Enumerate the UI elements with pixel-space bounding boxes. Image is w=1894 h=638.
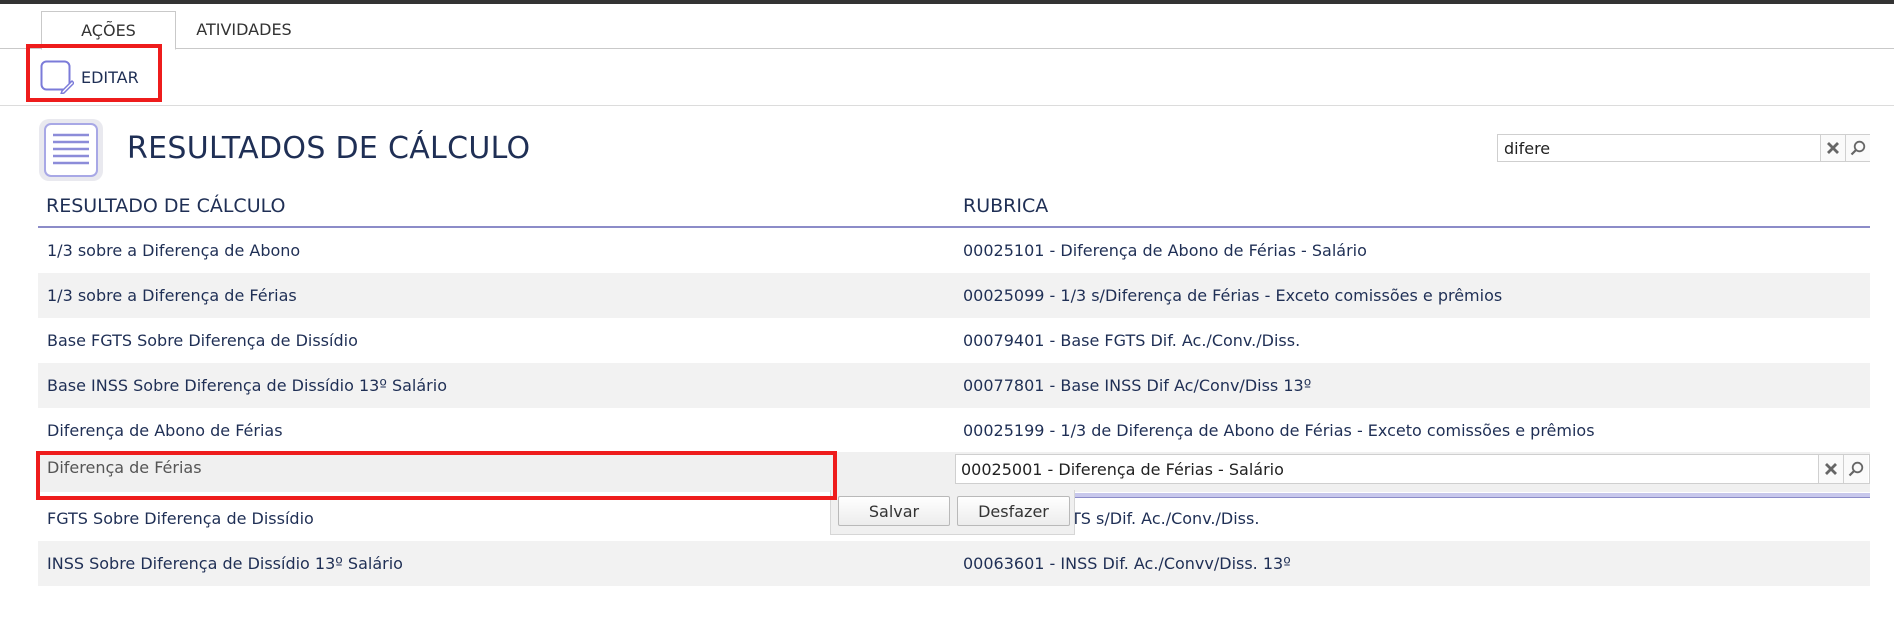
cell-result: Diferença de Abono de Férias — [47, 421, 283, 440]
cell-rubric: 00025101 - Diferença de Abono de Férias … — [963, 241, 1367, 260]
search-input[interactable] — [1498, 135, 1820, 161]
cell-result: 1/3 sobre a Diferença de Abono — [47, 241, 301, 260]
tab-bar: AÇÕES ATIVIDADES — [0, 4, 1894, 50]
cell-rubric: 00063601 - INSS Dif. Ac./Convv/Diss. 13º — [963, 554, 1291, 573]
search-box — [1497, 134, 1870, 162]
toolbar: EDITAR — [0, 49, 1894, 106]
table-row[interactable]: 1/3 sobre a Diferença de Férias 00025099… — [38, 273, 1870, 318]
close-icon — [1825, 463, 1837, 475]
table-row[interactable]: 1/3 sobre a Diferença de Abono 00025101 … — [38, 228, 1870, 273]
rubric-input-box — [955, 454, 1870, 484]
table-row[interactable]: Diferença de Abono de Férias 00025199 - … — [38, 408, 1870, 453]
row-action-popup: Salvar Desfazer — [830, 490, 1075, 535]
column-header-resultado: RESULTADO DE CÁLCULO — [46, 195, 286, 217]
cell-result: 1/3 sobre a Diferença de Férias — [47, 286, 297, 305]
edit-button[interactable]: EDITAR — [38, 55, 158, 99]
cell-rubric: 00077801 - Base INSS Dif Ac/Conv/Diss 13… — [963, 376, 1312, 395]
tab-acoes[interactable]: AÇÕES — [41, 11, 176, 50]
cell-rubric: 00079401 - Base FGTS Dif. Ac./Conv./Diss… — [963, 331, 1301, 350]
cell-result: Base INSS Sobre Diferença de Dissídio 13… — [47, 376, 447, 395]
edit-icon — [40, 60, 74, 94]
tab-atividades[interactable]: ATIVIDADES — [184, 11, 304, 50]
cell-rubric: TS s/Dif. Ac./Conv./Diss. — [1071, 509, 1260, 528]
clear-search-button[interactable] — [1820, 135, 1845, 161]
search-icon — [1850, 140, 1866, 156]
rubric-input[interactable] — [956, 455, 1818, 483]
cell-rubric: 00025199 - 1/3 de Diferença de Abono de … — [963, 421, 1595, 440]
cell-result: FGTS Sobre Diferença de Dissídio — [47, 509, 314, 528]
edit-label: EDITAR — [81, 68, 139, 87]
cell-result: INSS Sobre Diferença de Dissídio 13º Sal… — [47, 554, 403, 573]
search-icon — [1848, 461, 1864, 477]
clear-rubric-button[interactable] — [1818, 455, 1843, 483]
lookup-rubric-button[interactable] — [1843, 455, 1868, 483]
close-icon — [1827, 142, 1839, 154]
cell-rubric: 00025099 - 1/3 s/Diferença de Férias - E… — [963, 286, 1503, 305]
page-title: RESULTADOS DE CÁLCULO — [127, 131, 531, 166]
cell-result: Base FGTS Sobre Diferença de Dissídio — [47, 331, 358, 350]
list-document-icon — [39, 119, 103, 181]
table-row[interactable]: INSS Sobre Diferença de Dissídio 13º Sal… — [38, 541, 1870, 586]
table-row[interactable]: Base INSS Sobre Diferença de Dissídio 13… — [38, 363, 1870, 408]
save-button[interactable]: Salvar — [838, 496, 950, 526]
column-header-rubrica: RUBRICA — [963, 195, 1049, 217]
table-row[interactable]: Base FGTS Sobre Diferença de Dissídio 00… — [38, 318, 1870, 363]
search-button[interactable] — [1845, 135, 1870, 161]
undo-button[interactable]: Desfazer — [957, 496, 1070, 526]
cell-result: Diferença de Férias — [47, 458, 202, 477]
